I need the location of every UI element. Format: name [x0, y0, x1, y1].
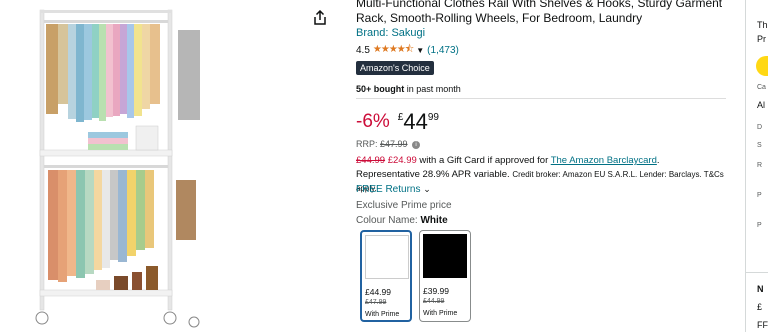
discount-percent: -6%: [356, 111, 390, 132]
swatch-note: With Prime: [423, 310, 458, 317]
swatch-rrp: £44.99: [423, 298, 445, 305]
barclaycard-link[interactable]: The Amazon Barclaycard: [551, 155, 657, 166]
buy-box-text: N: [757, 284, 764, 294]
chevron-down-icon[interactable]: ⌄: [423, 184, 431, 194]
rrp-line: RRP: £47.99 i: [356, 139, 421, 149]
buy-box-text: D: [757, 124, 763, 131]
chevron-down-icon[interactable]: ▼: [416, 46, 424, 55]
swatch-note: With Prime: [365, 311, 400, 318]
colour-swatch-white[interactable]: £44.99 £47.99 With Prime: [360, 230, 412, 322]
colour-value: White: [420, 215, 448, 226]
rrp-label: RRP:: [356, 139, 381, 149]
buy-box-text: £: [757, 302, 763, 312]
buy-box-text: P: [757, 222, 762, 229]
add-to-basket-button[interactable]: [756, 56, 768, 76]
product-title: Multi-Functional Clothes Rail With Shelv…: [356, 0, 723, 25]
colour-swatch-black[interactable]: £39.99 £44.99 With Prime: [419, 230, 471, 322]
free-returns-label[interactable]: FREE Returns: [356, 184, 420, 195]
swatch-image: [365, 235, 409, 279]
bought-count: 50+ bought: [356, 84, 405, 94]
swatch-rrp: £47.99: [365, 299, 387, 306]
bought-suffix: in past month: [404, 84, 461, 94]
amazons-choice-badge[interactable]: Amazon's Choice: [356, 61, 434, 75]
swatch-image: [423, 234, 467, 278]
colour-label: Colour Name:: [356, 215, 421, 226]
gift-old-price: £44.99: [356, 155, 386, 166]
buy-box-text: Th: [757, 20, 768, 30]
product-image[interactable]: [18, 0, 218, 332]
colour-name: Colour Name: White: [356, 215, 448, 226]
share-icon[interactable]: [312, 10, 328, 26]
buy-box-text: Pr: [757, 34, 766, 44]
buy-box-text: P: [757, 192, 762, 199]
buy-box-text: Ca: [757, 84, 766, 91]
rating-stars-icon[interactable]: ★★★★⯪: [373, 42, 414, 59]
buy-box-text: Al: [757, 100, 766, 110]
rrp-value: £47.99: [380, 139, 408, 149]
divider: [746, 272, 768, 273]
gift-text-1: with a Gift Card if approved for: [416, 155, 551, 166]
buy-box: Th Pr Ca Al D S R P P N £ FF: [745, 0, 768, 332]
gift-new-price: £24.99: [387, 155, 417, 166]
swatch-price: £39.99: [423, 286, 449, 296]
price-block: -6% £ 44 99: [356, 110, 439, 134]
rating-value: 4.5: [356, 45, 370, 56]
price-fraction: 99: [427, 112, 439, 123]
buy-box-text: R: [757, 162, 763, 169]
brand-link[interactable]: Brand: Sakugi: [356, 27, 425, 39]
rating-count-link[interactable]: (1,473): [427, 45, 459, 56]
swatch-price: £44.99: [365, 287, 391, 297]
exclusive-prime-price: Exclusive Prime price: [356, 200, 452, 211]
rating-row: 4.5 ★★★★⯪ ▼ (1,473): [356, 42, 459, 59]
free-returns-link[interactable]: FREE Returns ⌄: [356, 184, 431, 195]
divider: [356, 98, 726, 99]
info-icon[interactable]: i: [412, 140, 421, 149]
price-whole: 44: [403, 109, 428, 134]
buy-box-text: FF: [757, 320, 768, 330]
bought-in-past-month: 50+ bought in past month: [356, 84, 461, 94]
buy-box-text: S: [757, 142, 762, 149]
